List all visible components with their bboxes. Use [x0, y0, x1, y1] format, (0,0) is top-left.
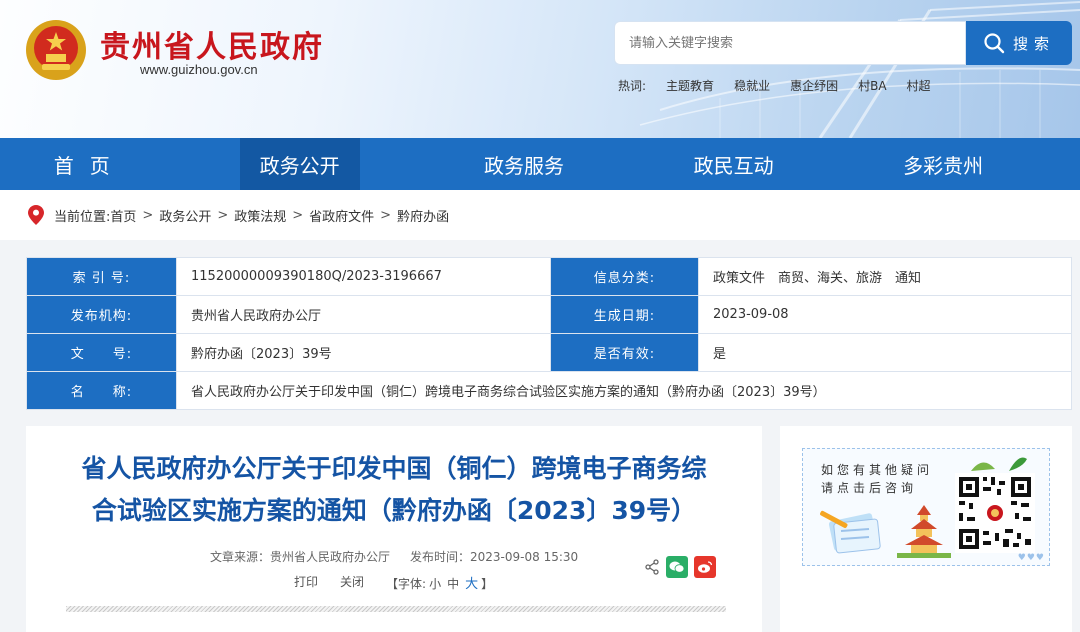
breadcrumb-separator: > [142, 207, 154, 223]
main-nav: 首页 政务公开 政务服务 政民互动 多彩贵州 [0, 138, 1080, 190]
hotwords-label: 热词: [618, 79, 647, 93]
table-row: 索 引 号: 11520000009390180Q/2023-3196667 信… [26, 257, 1072, 296]
weibo-share-icon[interactable] [694, 556, 716, 578]
breadcrumb: 当前位置: 首页 > 政务公开 > 政策法规 > 省政府文件 > 黔府办函 [0, 190, 1080, 240]
hotword-link[interactable]: 村超 [907, 77, 931, 94]
font-small-button[interactable]: 小 [429, 577, 441, 591]
valid-value: 是 [698, 333, 1072, 372]
index-label: 索 引 号: [26, 257, 177, 296]
publisher-value: 贵州省人民政府办公厅 [176, 295, 551, 334]
index-value: 11520000009390180Q/2023-3196667 [176, 257, 551, 296]
breadcrumb-separator: > [217, 207, 229, 223]
location-pin-icon [28, 205, 44, 225]
breadcrumb-item[interactable]: 政策法规 [234, 206, 286, 225]
inquiry-line: 请点击后咨询 [821, 481, 918, 495]
date-value: 2023-09-08 [698, 295, 1072, 334]
docno-label: 文 号: [26, 333, 177, 372]
category-value: 政策文件 商贸、海关、旅游 通知 [698, 257, 1072, 296]
hotword-link[interactable]: 主题教育 [666, 77, 714, 94]
breadcrumb-item[interactable]: 黔府办函 [397, 206, 449, 225]
leaf-decoration-icon [971, 457, 1027, 471]
inquiry-text: 如您有其他疑问 请点击后咨询 [821, 461, 933, 497]
font-size-label: 【字体: [386, 577, 427, 591]
inquiry-line: 如您有其他疑问 [821, 463, 934, 477]
sidebar: 如您有其他疑问 请点击后咨询 ♥♥♥ [780, 426, 1072, 632]
article-title: 省人民政府办公厅关于印发中国（铜仁）跨境电子商务综 合试验区实施方案的通知（黔府… [66, 448, 722, 532]
decorative-hearts-icon: ♥♥♥ [1017, 553, 1045, 563]
pavilion-icon [897, 505, 951, 558]
close-button[interactable]: 关闭 [340, 573, 364, 592]
nav-item-interaction[interactable]: 政民互动 [629, 138, 839, 190]
search-box [614, 21, 966, 65]
hotword-link[interactable]: 村BA [858, 77, 886, 94]
article-title-line: 省人民政府办公厅关于印发中国（铜仁）跨境电子商务综 [81, 454, 707, 483]
font-size-control: 【字体: 小中大】 [386, 573, 493, 592]
qr-code-icon[interactable] [955, 473, 1035, 553]
valid-label: 是否有效: [550, 333, 699, 372]
breadcrumb-separator: > [380, 207, 392, 223]
nav-item-gov-affairs-open[interactable]: 政务公开 [239, 138, 360, 190]
font-size-suffix: 】 [481, 577, 494, 591]
table-row: 发布机构: 贵州省人民政府办公厅 生成日期: 2023-09-08 [26, 295, 1072, 334]
hotwords: 热词: 主题教育 稳就业 惠企纾困 村BA 村超 [618, 77, 931, 94]
article-publish-time: 发布时间：2023-09-08 15:30 [410, 550, 579, 564]
table-row: 文 号: 黔府办函〔2023〕39号 是否有效: 是 [26, 333, 1072, 372]
table-row: 名 称: 省人民政府办公厅关于印发中国（铜仁）跨境电子商务综合试验区实施方案的通… [26, 371, 1072, 410]
nav-item-colorful-guizhou[interactable]: 多彩贵州 [838, 138, 1048, 190]
national-emblem-icon [26, 20, 86, 80]
article-title-line: 合试验区实施方案的通知（黔府办函〔2023〕39号） [91, 496, 697, 525]
document-pen-icon [820, 510, 881, 554]
wechat-share-icon[interactable] [666, 556, 688, 578]
category-label: 信息分类: [550, 257, 699, 296]
breadcrumb-item[interactable]: 首页 [110, 206, 136, 225]
article-tools: 打印 关闭 【字体: 小中大】 [294, 573, 493, 592]
article-meta: 文章来源：贵州省人民政府办公厅 发布时间：2023-09-08 15:30 [210, 548, 578, 565]
search-button[interactable]: 搜索 [966, 21, 1072, 65]
breadcrumb-item[interactable]: 政务公开 [159, 206, 211, 225]
share-bar [644, 556, 716, 578]
share-icon[interactable] [644, 559, 660, 575]
article-source: 文章来源：贵州省人民政府办公厅 [210, 550, 391, 564]
date-label: 生成日期: [550, 295, 699, 334]
breadcrumb-label: 当前位置: [54, 209, 111, 225]
site-header: 贵州省人民政府 www.guizhou.gov.cn 搜索 热词: 主题教育 稳… [0, 0, 1080, 138]
document-info-table: 索 引 号: 11520000009390180Q/2023-3196667 信… [26, 257, 1072, 410]
hotword-link[interactable]: 惠企纾困 [790, 77, 838, 94]
name-label: 名 称: [26, 371, 177, 410]
nav-item-home[interactable]: 首页 [0, 138, 210, 190]
name-value: 省人民政府办公厅关于印发中国（铜仁）跨境电子商务综合试验区实施方案的通知（黔府办… [176, 371, 1072, 410]
search-button-label: 搜索 [1012, 34, 1055, 53]
site-url[interactable]: www.guizhou.gov.cn [140, 62, 258, 77]
breadcrumb-separator: > [292, 207, 304, 223]
hotword-link[interactable]: 稳就业 [734, 77, 770, 94]
site-name[interactable]: 贵州省人民政府 [100, 22, 324, 66]
search-icon [984, 33, 1005, 54]
inquiry-banner[interactable]: 如您有其他疑问 请点击后咨询 ♥♥♥ [802, 448, 1050, 566]
nav-item-gov-services[interactable]: 政务服务 [419, 138, 629, 190]
article-panel: 省人民政府办公厅关于印发中国（铜仁）跨境电子商务综 合试验区实施方案的通知（黔府… [26, 426, 762, 632]
docno-value: 黔府办函〔2023〕39号 [176, 333, 551, 372]
font-large-button[interactable]: 大 [465, 577, 478, 592]
breadcrumb-item[interactable]: 省政府文件 [309, 206, 374, 225]
search-input[interactable] [615, 22, 965, 64]
article-divider [66, 606, 726, 612]
font-medium-button[interactable]: 中 [447, 577, 459, 591]
publisher-label: 发布机构: [26, 295, 177, 334]
print-button[interactable]: 打印 [294, 573, 318, 592]
